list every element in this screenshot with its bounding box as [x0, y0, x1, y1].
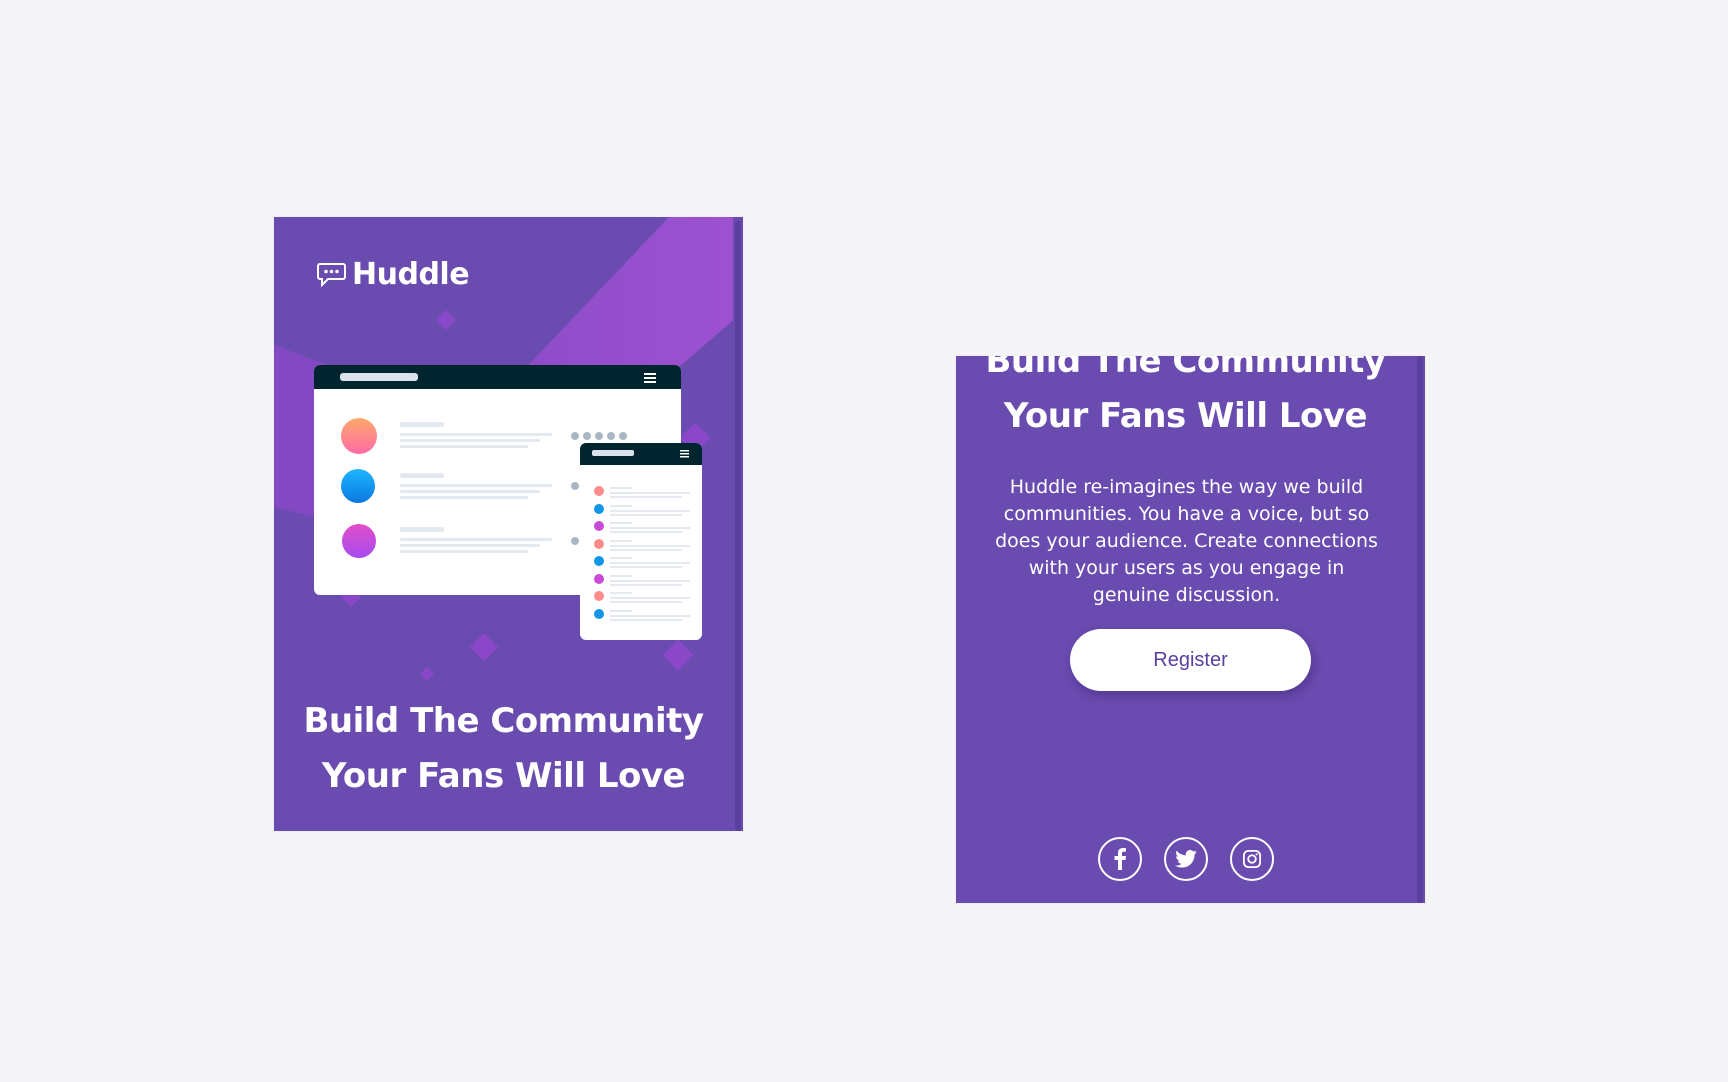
register-button[interactable]: Register [1070, 629, 1311, 691]
hero-title-line1: Build The Community [303, 701, 704, 741]
hero-title-line2: Your Fans Will Love [321, 756, 686, 796]
facebook-link[interactable] [1097, 837, 1142, 881]
scrollbar-thumb[interactable] [735, 221, 741, 831]
scrollbar-thumb[interactable] [1417, 356, 1423, 903]
hero-title-line1: Build The Community [985, 356, 1386, 381]
social-links [956, 837, 1415, 881]
instagram-link[interactable] [1229, 837, 1274, 881]
instagram-icon [1242, 850, 1261, 868]
twitter-link[interactable] [1163, 837, 1208, 881]
page-frame-top: Huddle Build The Community Your Fans Wil… [274, 217, 743, 831]
hero-title: Build The Community Your Fans Will Love [956, 356, 1415, 444]
hero-title: Build The Community Your Fans Will Love [274, 694, 733, 804]
page-frame-scrolled: Build The Community Your Fans Will Love … [956, 356, 1425, 903]
twitter-icon [1174, 850, 1197, 868]
facebook-icon [1114, 848, 1126, 870]
scrollbar[interactable] [733, 217, 743, 831]
hero-description: Huddle re-imagines the way we build comm… [995, 476, 1378, 606]
scrollbar[interactable] [1415, 356, 1425, 903]
hero-title-line2: Your Fans Will Love [1003, 396, 1368, 436]
